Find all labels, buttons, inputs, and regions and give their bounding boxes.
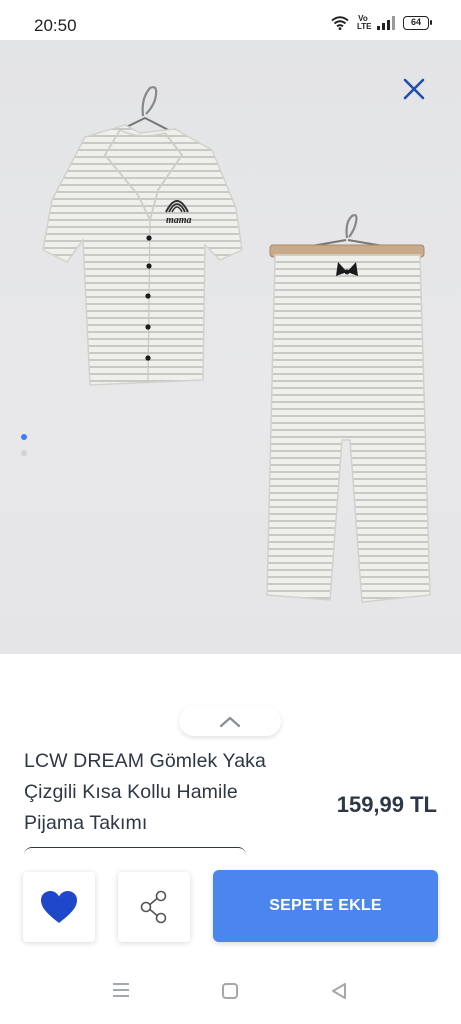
close-icon [403, 78, 425, 100]
close-button[interactable] [401, 76, 427, 102]
gallery-dot-active[interactable] [21, 434, 27, 440]
product-price: 159,99 TL [336, 792, 437, 817]
chevron-up-icon [219, 716, 241, 728]
heart-icon [41, 891, 77, 923]
gallery-dot[interactable] [21, 450, 27, 456]
hanger-pants-icon [269, 214, 425, 258]
product-title: LCW DREAM Gömlek Yaka Çizgili Kısa Kollu… [24, 750, 266, 834]
add-to-cart-button[interactable]: SEPETE EKLE [213, 870, 438, 942]
menu-icon[interactable] [111, 982, 131, 998]
gallery-pagination [21, 434, 27, 456]
volte-icon: Vo LTE [357, 15, 372, 31]
status-icons: Vo LTE 64 [331, 15, 432, 31]
share-icon [140, 890, 167, 924]
product-image-gallery[interactable]: mama [0, 40, 461, 654]
pajama-pants-icon [266, 254, 431, 603]
expand-details-handle[interactable] [179, 706, 281, 736]
bottom-action-bar: SEPETE EKLE [0, 860, 461, 960]
top-print-text: mama [166, 215, 192, 226]
share-button[interactable] [118, 872, 190, 942]
home-icon[interactable] [221, 982, 239, 1000]
back-icon[interactable] [330, 982, 348, 1000]
status-bar: 20:50 Vo LTE 64 [0, 0, 461, 44]
battery-icon: 64 [403, 16, 432, 30]
signal-icon [377, 16, 395, 30]
volte-bottom-label: LTE [357, 22, 372, 31]
status-time: 20:50 [34, 16, 77, 35]
product-image: mama [42, 86, 431, 603]
title-divider [24, 847, 246, 857]
favorite-button[interactable] [23, 872, 95, 942]
system-navigation-bar [0, 964, 461, 1024]
wifi-icon [331, 16, 349, 30]
pajama-top-icon [42, 124, 243, 386]
